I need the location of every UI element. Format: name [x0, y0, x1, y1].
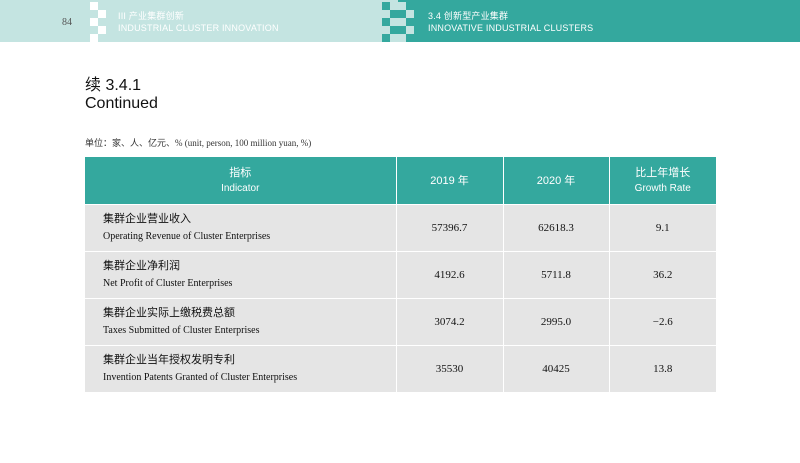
section-title-en: INDUSTRIAL CLUSTER INNOVATION [118, 23, 279, 33]
table-row: 集群企业净利润 Net Profit of Cluster Enterprise… [85, 251, 716, 299]
page-number: 84 [62, 17, 72, 28]
column-header-indicator: 指标 Indicator [85, 157, 397, 205]
table-title-en: Continued [85, 95, 158, 112]
subsection-title-en: INNOVATIVE INDUSTRIAL CLUSTERS [428, 23, 594, 33]
indicator-cell: 集群企业净利润 Net Profit of Cluster Enterprise… [85, 251, 397, 299]
table-header-row: 指标 Indicator 2019 年 2020 年 比上年增长 Growth … [85, 157, 716, 205]
header-left-band [0, 0, 398, 42]
indicator-cell: 集群企业当年授权发明专利 Invention Patents Granted o… [85, 345, 397, 392]
value-2019: 4192.6 [396, 251, 504, 299]
value-2019: 3074.2 [396, 298, 504, 346]
value-growth: 36.2 [609, 251, 716, 299]
subsection-title-cn: 3.4 创新型产业集群 [428, 11, 509, 21]
value-2020: 40425 [503, 345, 610, 392]
value-2019: 57396.7 [396, 204, 504, 252]
data-table: 指标 Indicator 2019 年 2020 年 比上年增长 Growth … [85, 157, 716, 392]
value-2020: 2995.0 [503, 298, 610, 346]
value-2020: 62618.3 [503, 204, 610, 252]
indicator-cell: 集群企业实际上缴税费总额 Taxes Submitted of Cluster … [85, 298, 397, 346]
table-title-cn: 续 3.4.1 [85, 77, 142, 94]
value-2020: 5711.8 [503, 251, 610, 299]
unit-note: 单位：家、人、亿元、% (unit, person, 100 million y… [85, 138, 312, 148]
section-title-cn: III 产业集群创新 [118, 11, 185, 21]
table-row: 集群企业当年授权发明专利 Invention Patents Granted o… [85, 345, 716, 392]
value-2019: 35530 [396, 345, 504, 392]
indicator-cell: 集群企业营业收入 Operating Revenue of Cluster En… [85, 204, 397, 252]
value-growth: −2.6 [609, 298, 716, 346]
value-growth: 9.1 [609, 204, 716, 252]
table-row: 集群企业实际上缴税费总额 Taxes Submitted of Cluster … [85, 298, 716, 346]
column-header-2020: 2020 年 [503, 157, 610, 205]
column-header-2019: 2019 年 [396, 157, 504, 205]
column-header-growth: 比上年增长 Growth Rate [609, 157, 716, 205]
value-growth: 13.8 [609, 345, 716, 392]
table-row: 集群企业营业收入 Operating Revenue of Cluster En… [85, 204, 716, 252]
